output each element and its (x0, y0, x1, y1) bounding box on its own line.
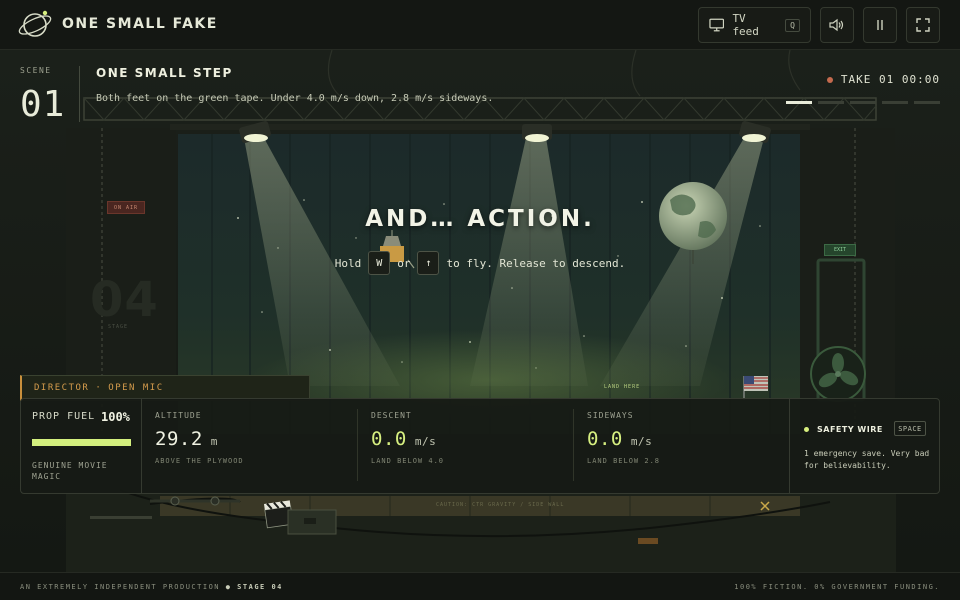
fullscreen-button[interactable] (906, 7, 940, 43)
planet-orbit-icon (18, 10, 52, 37)
sideways-label: SIDEWAYS (587, 411, 634, 420)
sideways-unit: m/s (630, 435, 653, 448)
top-bar: ONE SMALL FAKE TV feed Q (0, 0, 960, 50)
progress-segment (786, 101, 812, 104)
fuel-label: PROP FUEL (32, 411, 96, 422)
hint-or: or (397, 256, 411, 270)
descent-readout: 0.0 m/s (371, 428, 436, 450)
safety-wire-key[interactable]: SPACE (894, 421, 926, 436)
land-here-marker: LAND HERE (604, 384, 641, 390)
stage-number-prop: 04 (90, 272, 159, 328)
sideways-readout: 0.0 m/s (587, 428, 652, 450)
sideways-note: LAND BELOW 2.8 (587, 457, 661, 465)
safety-wire-note: 1 emergency save. Very bad for believabi… (804, 449, 930, 470)
footer-production: AN EXTREMELY INDEPENDENT PRODUCTION (20, 583, 221, 591)
director-separator: · (95, 383, 103, 393)
fuel-note: GENUINE MOVIE MAGIC (32, 461, 108, 481)
scene-progress (786, 101, 940, 104)
pause-button[interactable] (863, 7, 897, 43)
sideways-value: 0.0 (587, 428, 623, 450)
brand: ONE SMALL FAKE (18, 6, 218, 42)
descent-label: DESCENT (371, 411, 412, 420)
altitude-readout: 29.2 m (155, 428, 218, 450)
flight-hud: PROP FUEL 100% GENUINE MOVIE MAGIC ALTIT… (20, 398, 940, 494)
tv-feed-label: TV feed (732, 12, 759, 38)
hud-divider (573, 409, 574, 481)
footer-disclaimer: 100% FICTION. 0% GOVERNMENT FUNDING. (734, 583, 940, 591)
action-title: AND… ACTION. (365, 206, 595, 232)
controls-hint: Hold W or ↑ to fly. Release to descend. (0, 251, 960, 275)
fullscreen-icon (916, 18, 930, 32)
progress-segment (914, 101, 940, 104)
speaker-icon (829, 18, 844, 32)
descent-note: LAND BELOW 4.0 (371, 457, 445, 465)
stage-view: SCENE 01 ONE SMALL STEP Both feet on the… (0, 50, 960, 572)
footer-stage: STAGE 04 (237, 583, 283, 591)
tv-feed-button[interactable]: TV feed Q (698, 7, 811, 43)
altitude-unit: m (210, 435, 218, 448)
caution-tape-label: CAUTION: CTR GRAVITY / SIDE WALL (436, 502, 565, 508)
record-dot-icon (826, 76, 833, 83)
sound-button[interactable] (820, 7, 854, 43)
safety-wire-label: SAFETY WIRE (817, 425, 883, 434)
pause-icon (877, 20, 883, 30)
scene-divider (79, 66, 80, 122)
fuel-bar (32, 439, 131, 446)
progress-segment (850, 101, 876, 104)
take-label: TAKE 01 00:00 (840, 73, 940, 86)
altitude-value: 29.2 (155, 428, 203, 450)
altitude-note: ABOVE THE PLYWOOD (155, 457, 244, 465)
director-mode: OPEN MIC (108, 383, 164, 393)
descent-value: 0.0 (371, 428, 407, 450)
hud-divider (357, 409, 358, 481)
hud-divider (789, 399, 790, 493)
safety-wire-indicator-icon (804, 427, 809, 432)
take-timer: TAKE 01 00:00 (826, 73, 940, 86)
scene-label: SCENE (20, 66, 52, 75)
monitor-icon (709, 18, 725, 32)
progress-segment (818, 101, 844, 104)
progress-segment (882, 101, 908, 104)
fuel-value: 100% (101, 410, 130, 424)
hint-suffix: to fly. Release to descend. (446, 256, 626, 270)
descent-unit: m/s (414, 435, 437, 448)
director-label: DIRECTOR (34, 383, 90, 393)
tv-feed-shortcut: Q (785, 18, 800, 32)
footer-credits: AN EXTREMELY INDEPENDENT PRODUCTION ● ST… (20, 583, 283, 591)
altitude-label: ALTITUDE (155, 411, 202, 420)
app-title: ONE SMALL FAKE (62, 16, 218, 32)
scene-objective: Both feet on the green tape. Under 4.0 m… (96, 93, 494, 104)
stage-label-prop: STAGE (108, 324, 129, 330)
footer-separator: ● (225, 583, 232, 591)
scene-number: 01 (20, 84, 66, 125)
fuel-bar-fill (32, 439, 131, 446)
key-w: W (368, 251, 391, 275)
key-arrow-up: ↑ (417, 251, 440, 275)
hint-prefix: Hold (334, 256, 362, 270)
hud-divider (141, 399, 142, 493)
scene-title: ONE SMALL STEP (96, 66, 233, 80)
footer: AN EXTREMELY INDEPENDENT PRODUCTION ● ST… (0, 572, 960, 600)
